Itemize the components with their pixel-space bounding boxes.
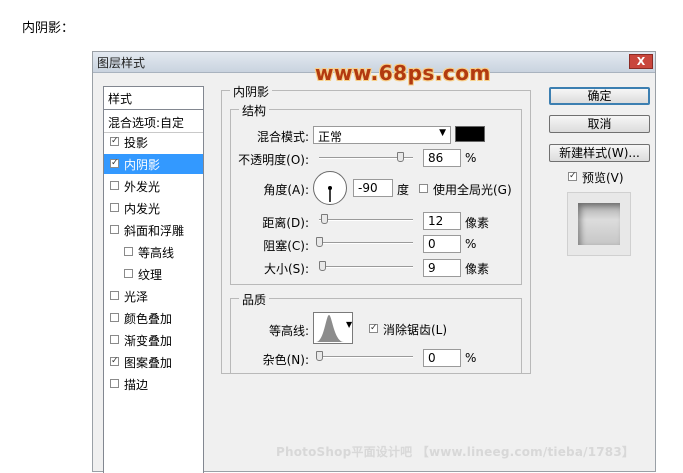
styles-header-label: 样式 — [108, 92, 133, 106]
angle-input[interactable]: -90 — [353, 179, 393, 197]
blend-mode-value: 正常 — [318, 130, 343, 144]
blending-options-item[interactable]: 混合选项:自定 — [104, 110, 203, 133]
distance-input[interactable]: 12 — [423, 212, 461, 230]
angle-label: 角度(A): — [263, 183, 309, 197]
style-item[interactable]: ✓ 图案叠加 — [104, 352, 203, 372]
styles-list: 样式 混合选项:自定 ✓ 投影 ✓ 内阴影外发光内发光斜面和浮雕等高线纹理光泽颜色叠加… — [103, 86, 204, 473]
style-item-checkbox[interactable] — [110, 181, 119, 190]
style-preview-thumbnail — [567, 192, 631, 256]
opacity-slider-thumb[interactable] — [396, 152, 404, 162]
styles-header[interactable]: 样式 — [104, 87, 203, 110]
style-item-checkbox[interactable] — [124, 247, 133, 256]
opacity-label: 不透明度(O): — [238, 153, 309, 167]
opacity-input[interactable]: 86 — [423, 149, 461, 167]
style-item[interactable]: 纹理 — [104, 264, 203, 284]
chevron-down-icon: ▼ — [439, 128, 446, 138]
noise-input[interactable]: 0 — [423, 349, 461, 367]
shadow-color-swatch[interactable] — [455, 126, 485, 142]
style-item[interactable]: 渐变叠加 — [104, 330, 203, 350]
style-item[interactable]: ✓ 投影 — [104, 132, 203, 152]
style-item[interactable]: 颜色叠加 — [104, 308, 203, 328]
style-item-label: 内发光 — [124, 202, 161, 216]
global-light-label: 使用全局光(G) — [433, 183, 512, 197]
size-slider-track[interactable] — [319, 266, 413, 268]
style-item[interactable]: 外发光 — [104, 176, 203, 196]
style-item-label: 光泽 — [124, 290, 149, 304]
style-item-label: 外发光 — [124, 180, 161, 194]
style-item-checkbox[interactable] — [110, 225, 119, 234]
preview-label: 预览(V) — [582, 171, 624, 185]
size-slider-thumb[interactable] — [319, 261, 327, 271]
preview-checkbox[interactable]: ✓ — [568, 172, 577, 181]
layer-style-dialog: 图层样式 X www.68ps.com 样式 混合选项:自定 ✓ 投影 ✓ 内阴影外发… — [92, 51, 656, 473]
style-item-label: 图案叠加 — [124, 356, 173, 370]
page-heading: 内阴影： — [22, 21, 75, 36]
site-watermark: www.68ps.com — [315, 61, 491, 85]
style-item-label: 纹理 — [138, 268, 163, 282]
distance-unit: 像素 — [465, 216, 490, 230]
angle-unit: 度 — [397, 183, 410, 197]
angle-needle-icon — [328, 186, 332, 202]
size-label: 大小(S): — [263, 262, 309, 276]
noise-slider-thumb[interactable] — [316, 351, 323, 361]
style-item-label: 投影 — [124, 136, 149, 150]
distance-label: 距离(D): — [262, 216, 309, 230]
style-item-checkbox[interactable]: ✓ — [110, 137, 119, 146]
style-item[interactable]: 光泽 — [104, 286, 203, 306]
new-style-button[interactable]: 新建样式(W)... — [549, 144, 650, 162]
style-item-checkbox[interactable] — [110, 203, 119, 212]
style-item-checkbox[interactable]: ✓ — [110, 357, 119, 366]
style-item-label: 斜面和浮雕 — [124, 224, 185, 238]
noise-label: 杂色(N): — [262, 353, 309, 367]
contour-label: 等高线: — [268, 324, 309, 338]
preview-swatch — [578, 203, 620, 245]
footer-watermark: PhotoShop平面设计吧 【www.lineeg.com/tieba/178… — [276, 445, 635, 459]
contour-dropdown-icon[interactable]: ▼ — [346, 320, 352, 329]
style-item-label: 等高线 — [138, 246, 175, 260]
opacity-unit: % — [465, 151, 477, 165]
choke-label: 阻塞(C): — [263, 239, 309, 253]
size-unit: 像素 — [465, 262, 490, 276]
style-item-label: 内阴影 — [124, 158, 161, 172]
style-item-checkbox[interactable] — [110, 335, 119, 344]
choke-unit: % — [465, 237, 477, 251]
style-item[interactable]: 等高线 — [104, 242, 203, 262]
style-item-checkbox[interactable] — [110, 379, 119, 388]
style-item[interactable]: ✓ 内阴影 — [104, 154, 203, 174]
blend-mode-select[interactable]: 正常 ▼ — [313, 126, 451, 144]
cancel-button[interactable]: 取消 — [549, 115, 650, 133]
style-item-checkbox[interactable] — [124, 269, 133, 278]
quality-title: 品质 — [239, 291, 270, 308]
ok-button[interactable]: 确定 — [549, 87, 650, 105]
style-item[interactable]: 内发光 — [104, 198, 203, 218]
style-item-checkbox[interactable] — [110, 291, 119, 300]
close-button[interactable]: X — [629, 54, 653, 69]
size-input[interactable]: 9 — [423, 259, 461, 277]
dialog-title: 图层样式 — [97, 56, 146, 70]
style-item-label: 渐变叠加 — [124, 334, 173, 348]
distance-slider-track[interactable] — [319, 219, 413, 221]
blending-options-label: 混合选项:自定 — [108, 116, 185, 130]
distance-slider-thumb[interactable] — [320, 214, 328, 224]
global-light-checkbox[interactable] — [419, 184, 428, 193]
angle-dial[interactable] — [313, 171, 347, 205]
noise-unit: % — [465, 351, 477, 365]
inner-shadow-title: 内阴影 — [230, 83, 273, 100]
style-item-checkbox[interactable]: ✓ — [110, 159, 119, 168]
anti-alias-checkbox[interactable]: ✓ — [369, 324, 378, 333]
blend-mode-label: 混合模式: — [256, 130, 309, 144]
style-item-label: 描边 — [124, 378, 149, 392]
noise-slider-track[interactable] — [319, 356, 413, 358]
style-item[interactable]: 斜面和浮雕 — [104, 220, 203, 240]
style-item-label: 颜色叠加 — [124, 312, 173, 326]
choke-slider-track[interactable] — [319, 242, 413, 244]
choke-slider-thumb[interactable] — [316, 237, 323, 247]
anti-alias-label: 消除锯齿(L) — [383, 323, 448, 337]
structure-title: 结构 — [239, 102, 270, 119]
style-item[interactable]: 描边 — [104, 374, 203, 394]
choke-input[interactable]: 0 — [423, 235, 461, 253]
style-item-checkbox[interactable] — [110, 313, 119, 322]
